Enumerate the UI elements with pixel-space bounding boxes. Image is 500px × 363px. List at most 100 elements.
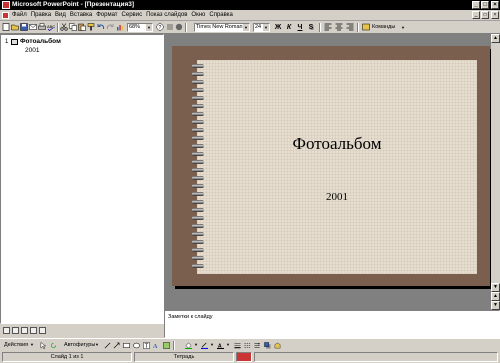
- scroll-down-button[interactable]: ▼: [491, 283, 500, 292]
- commands-button[interactable]: Команды: [372, 23, 395, 32]
- doc-close-button[interactable]: ×: [491, 11, 499, 19]
- slide-view-button[interactable]: [21, 327, 28, 334]
- cut-icon[interactable]: [60, 23, 68, 31]
- slide-subtitle[interactable]: 2001: [197, 191, 477, 203]
- previous-slide-button[interactable]: ▲: [491, 292, 500, 301]
- font-color-icon[interactable]: A: [217, 342, 224, 349]
- minimize-button[interactable]: _: [472, 1, 480, 9]
- view-buttons: [0, 324, 164, 338]
- spiral-ring: [192, 120, 204, 124]
- next-slide-button[interactable]: ▼: [491, 301, 500, 310]
- print-icon[interactable]: [38, 23, 46, 31]
- menu-insert[interactable]: Вставка: [70, 12, 92, 18]
- font-size-value: 24: [255, 24, 262, 30]
- actions-menu[interactable]: Действия: [4, 342, 28, 348]
- menu-format[interactable]: Формат: [96, 12, 117, 18]
- italic-button[interactable]: К: [285, 23, 293, 32]
- chevron-down-icon[interactable]: ▼: [226, 342, 230, 347]
- commands-icon[interactable]: [362, 23, 370, 31]
- chevron-down-icon[interactable]: ▼: [401, 23, 405, 32]
- bold-button[interactable]: Ж: [274, 23, 282, 32]
- line-icon[interactable]: [104, 342, 111, 349]
- menu-edit[interactable]: Правка: [31, 12, 51, 18]
- doc-restore-button[interactable]: □: [481, 11, 489, 19]
- toolbar-separator: [357, 23, 359, 32]
- line-color-icon[interactable]: [201, 342, 208, 349]
- align-left-icon[interactable]: [324, 23, 332, 31]
- notes-pane[interactable]: Заметки к слайду: [164, 310, 500, 338]
- rectangle-icon[interactable]: [123, 342, 130, 349]
- 3d-icon[interactable]: [274, 342, 281, 349]
- menu-help[interactable]: Справка: [209, 12, 233, 18]
- open-icon[interactable]: [11, 23, 19, 31]
- wordart-icon[interactable]: A: [153, 342, 160, 349]
- expand-all-icon[interactable]: [166, 23, 174, 31]
- vertical-scrollbar[interactable]: ▲ ▼ ▲ ▼: [491, 34, 500, 310]
- close-button[interactable]: ×: [491, 1, 499, 9]
- menu-bar: Файл Правка Вид Вставка Формат Сервис По…: [0, 10, 500, 21]
- email-icon[interactable]: [29, 23, 37, 31]
- format-painter-icon[interactable]: [87, 23, 95, 31]
- outline-pane[interactable]: 1 Фотоальбом 2001: [0, 34, 164, 324]
- spiral-ring: [192, 248, 204, 252]
- menu-file[interactable]: Файл: [12, 12, 27, 18]
- undo-icon[interactable]: [97, 23, 105, 31]
- line-style-icon[interactable]: [234, 342, 241, 349]
- outline-slide-subtitle[interactable]: 2001: [25, 47, 39, 54]
- powerpoint-app-icon[interactable]: [2, 1, 10, 9]
- slide-icon[interactable]: [11, 39, 18, 45]
- menu-slideshow[interactable]: Показ слайдов: [146, 12, 187, 18]
- insert-chart-icon[interactable]: [116, 23, 124, 31]
- toolbar-separator: [185, 23, 187, 32]
- text-box-icon[interactable]: [143, 342, 150, 349]
- font-name-select[interactable]: Times New Roman ▼: [194, 23, 250, 32]
- autoshapes-menu[interactable]: Автофигуры: [64, 342, 95, 348]
- free-rotate-icon[interactable]: [50, 342, 57, 349]
- status-bar: Слайд 1 из 1 Тетрадь: [0, 351, 500, 363]
- copy-icon[interactable]: [69, 23, 77, 31]
- underline-button[interactable]: Ч: [296, 23, 304, 32]
- menu-window[interactable]: Окно: [191, 12, 205, 18]
- shadow-icon[interactable]: [264, 342, 271, 349]
- slideshow-button[interactable]: [39, 327, 46, 334]
- menu-view[interactable]: Вид: [55, 12, 66, 18]
- outline-slide-title[interactable]: Фотоальбом: [20, 38, 61, 45]
- spelling-status-icon[interactable]: [236, 352, 252, 362]
- redo-icon[interactable]: [106, 23, 114, 31]
- normal-view-button[interactable]: [3, 327, 10, 334]
- dash-style-icon[interactable]: [244, 342, 251, 349]
- spelling-icon[interactable]: ABC: [47, 23, 55, 31]
- select-arrow-icon[interactable]: [40, 342, 47, 349]
- notebook-paper-background: [197, 60, 477, 274]
- slide-canvas[interactable]: Фотоальбом 2001: [172, 46, 490, 286]
- chevron-down-icon[interactable]: ▼: [194, 342, 198, 347]
- slide-title[interactable]: Фотоальбом: [197, 134, 477, 154]
- slide-sorter-view-button[interactable]: [30, 327, 37, 334]
- spiral-ring: [192, 232, 204, 236]
- align-right-icon[interactable]: [346, 23, 354, 31]
- outline-view-button[interactable]: [12, 327, 19, 334]
- font-name-value: Times New Roman: [196, 24, 243, 30]
- menu-tools[interactable]: Сервис: [122, 12, 143, 18]
- maximize-button[interactable]: □: [481, 1, 489, 9]
- arrow-icon[interactable]: [113, 342, 120, 349]
- paste-icon[interactable]: [78, 23, 86, 31]
- save-icon[interactable]: [20, 23, 28, 31]
- chevron-down-icon[interactable]: ▼: [30, 342, 34, 347]
- chevron-down-icon[interactable]: ▼: [95, 342, 99, 347]
- grayscale-icon[interactable]: [175, 23, 183, 31]
- new-icon[interactable]: [2, 23, 10, 31]
- shadow-button[interactable]: S: [307, 23, 315, 32]
- oval-icon[interactable]: [133, 342, 140, 349]
- scroll-up-button[interactable]: ▲: [491, 34, 500, 43]
- help-icon[interactable]: ?: [156, 23, 164, 31]
- zoom-select[interactable]: 68% ▼: [127, 23, 153, 32]
- fill-color-icon[interactable]: [185, 342, 192, 349]
- doc-minimize-button[interactable]: _: [472, 11, 480, 19]
- clipart-icon[interactable]: [163, 342, 170, 349]
- chevron-down-icon[interactable]: ▼: [210, 342, 214, 347]
- document-icon[interactable]: [2, 12, 9, 19]
- font-size-select[interactable]: 24 ▼: [253, 23, 270, 32]
- align-center-icon[interactable]: [335, 23, 343, 31]
- arrow-style-icon[interactable]: [254, 342, 261, 349]
